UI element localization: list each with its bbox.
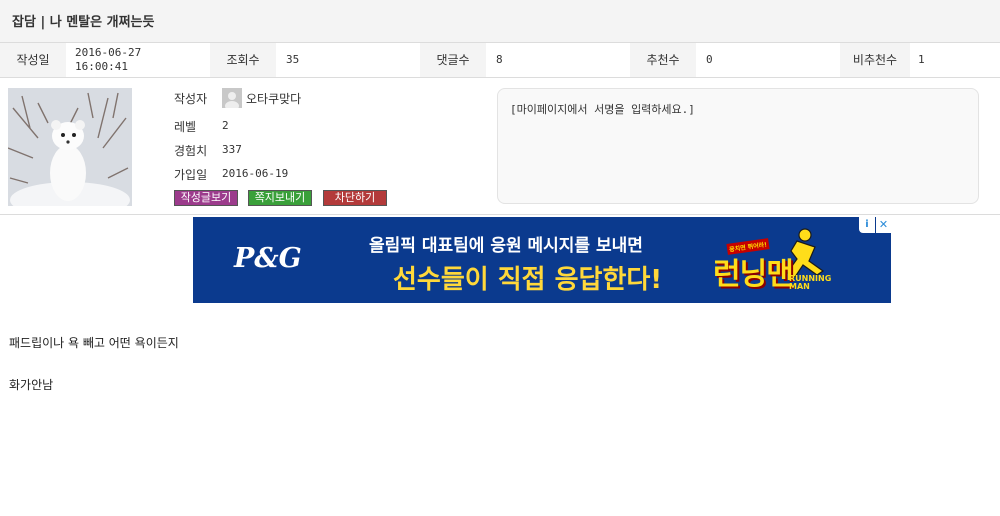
ad-headline: 올림픽 대표팀에 응원 메시지를 보내면 <box>369 236 643 256</box>
post-title-bar: 잡담 | 나 멘탈은 개쩌는듯 <box>0 0 1000 43</box>
ad-logo-text: 런닝맨 <box>713 257 794 292</box>
ad-subheadline: 선수들이 직접 응답한다! <box>393 265 663 295</box>
post-title: 잡담 | 나 멘탈은 개쩌는듯 <box>12 15 155 30</box>
ad-logo-english: RUNNING MAN <box>789 275 831 291</box>
author-name[interactable]: 오타쿠맞다 <box>246 90 301 107</box>
post-body-line: 패드립이나 욕 빼고 어떤 욕이든지 <box>9 336 179 350</box>
joined-value: 2016-06-19 <box>222 167 289 180</box>
info-icon[interactable]: i <box>859 217 875 233</box>
block-user-button[interactable]: 차단하기 <box>323 190 387 206</box>
author-profile: 작성자 오타쿠맞다 레벨 2 경험치 337 가입일 2016-06-19 작성… <box>0 78 1000 215</box>
ad-banner[interactable]: P&G 올림픽 대표팀에 응원 메시지를 보내면 선수들이 직접 응답한다! 뭉… <box>193 217 891 303</box>
signature-text: [마이페이지에서 서명을 입력하세요.] <box>510 103 695 116</box>
likes-value: 0 <box>706 53 713 66</box>
dislikes-value: 1 <box>918 53 925 66</box>
view-posts-button[interactable]: 작성글보기 <box>174 190 238 206</box>
author-label: 작성자 <box>174 92 208 106</box>
post-body-line: 화가안남 <box>9 378 54 392</box>
date-label: 작성일 <box>0 43 66 77</box>
views-value: 35 <box>286 53 300 66</box>
date-line1: 2016-06-27 <box>75 46 142 59</box>
send-message-button[interactable]: 쪽지보내기 <box>248 190 312 206</box>
date-value: 2016-06-27 16:00:41 <box>75 43 210 77</box>
exp-label: 경험치 <box>174 144 208 158</box>
user-thumbnail-icon <box>222 88 242 108</box>
ad-logo-english-line2: MAN <box>789 282 810 291</box>
signature-box: [마이페이지에서 서명을 입력하세요.] <box>497 88 979 204</box>
close-icon[interactable]: ✕ <box>876 217 891 233</box>
level-value: 2 <box>222 119 229 132</box>
likes-label: 추천수 <box>630 43 696 77</box>
post-meta-row: 작성일 2016-06-27 16:00:41 조회수 35 댓글수 8 추천수… <box>0 43 1000 78</box>
ad-brand-logo: P&G <box>234 243 302 274</box>
joined-label: 가입일 <box>174 168 208 182</box>
ermine-photo-icon <box>8 88 132 206</box>
exp-value: 337 <box>222 143 242 156</box>
comments-label: 댓글수 <box>420 43 486 77</box>
date-line2: 16:00:41 <box>75 60 128 73</box>
views-label: 조회수 <box>210 43 276 77</box>
level-label: 레벨 <box>174 120 197 134</box>
dislikes-label: 비추천수 <box>840 43 910 77</box>
comments-value: 8 <box>496 53 503 66</box>
